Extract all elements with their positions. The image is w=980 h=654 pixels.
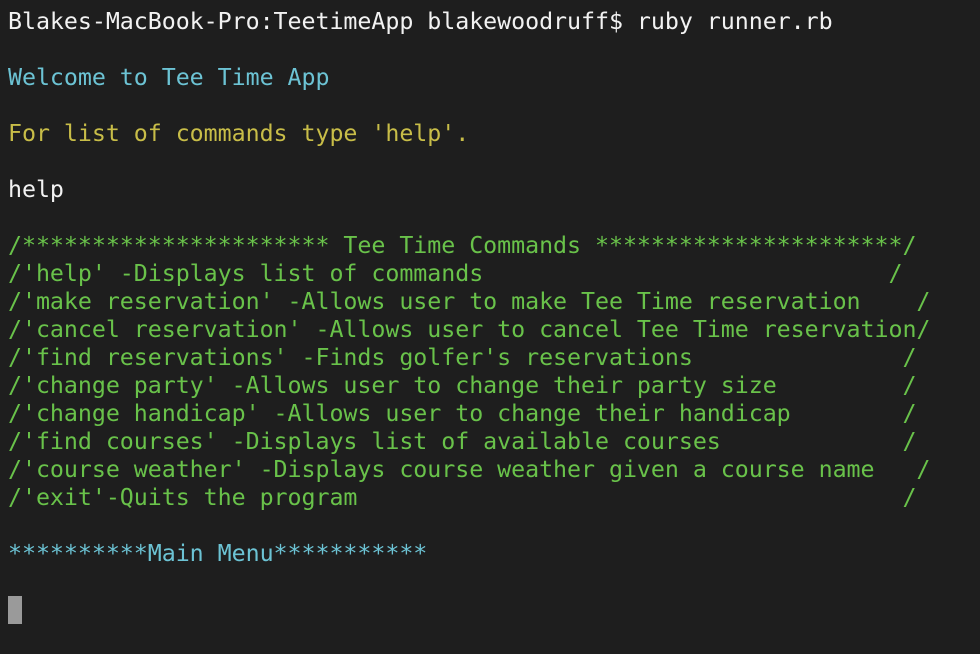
command-make-reservation: /'make reservation' -Allows user to make… xyxy=(8,288,931,315)
help-hint: For list of commands type 'help'. xyxy=(8,120,470,147)
command-change-party: /'change party' -Allows user to change t… xyxy=(8,372,917,399)
text-cursor[interactable] xyxy=(8,596,22,624)
command-find-reservations: /'find reservations' -Finds golfer's res… xyxy=(8,344,917,371)
command-exit: /'exit'-Quits the program / xyxy=(8,484,917,511)
user-command-input: help xyxy=(8,176,64,203)
terminal-window[interactable]: Blakes-MacBook-Pro:TeetimeApp blakewoodr… xyxy=(0,0,980,654)
command-course-weather: /'course weather' -Displays course weath… xyxy=(8,456,931,483)
commands-header: /********************** Tee Time Command… xyxy=(8,232,917,259)
command-help: /'help' -Displays list of commands / xyxy=(8,260,903,287)
shell-prompt-line: Blakes-MacBook-Pro:TeetimeApp blakewoodr… xyxy=(8,8,833,35)
welcome-message: Welcome to Tee Time App xyxy=(8,64,330,91)
command-cancel-reservation: /'cancel reservation' -Allows user to ca… xyxy=(8,316,931,343)
command-change-handicap: /'change handicap' -Allows user to chang… xyxy=(8,400,917,427)
main-menu-banner: **********Main Menu*********** xyxy=(8,540,428,567)
command-find-courses: /'find courses' -Displays list of availa… xyxy=(8,428,917,455)
